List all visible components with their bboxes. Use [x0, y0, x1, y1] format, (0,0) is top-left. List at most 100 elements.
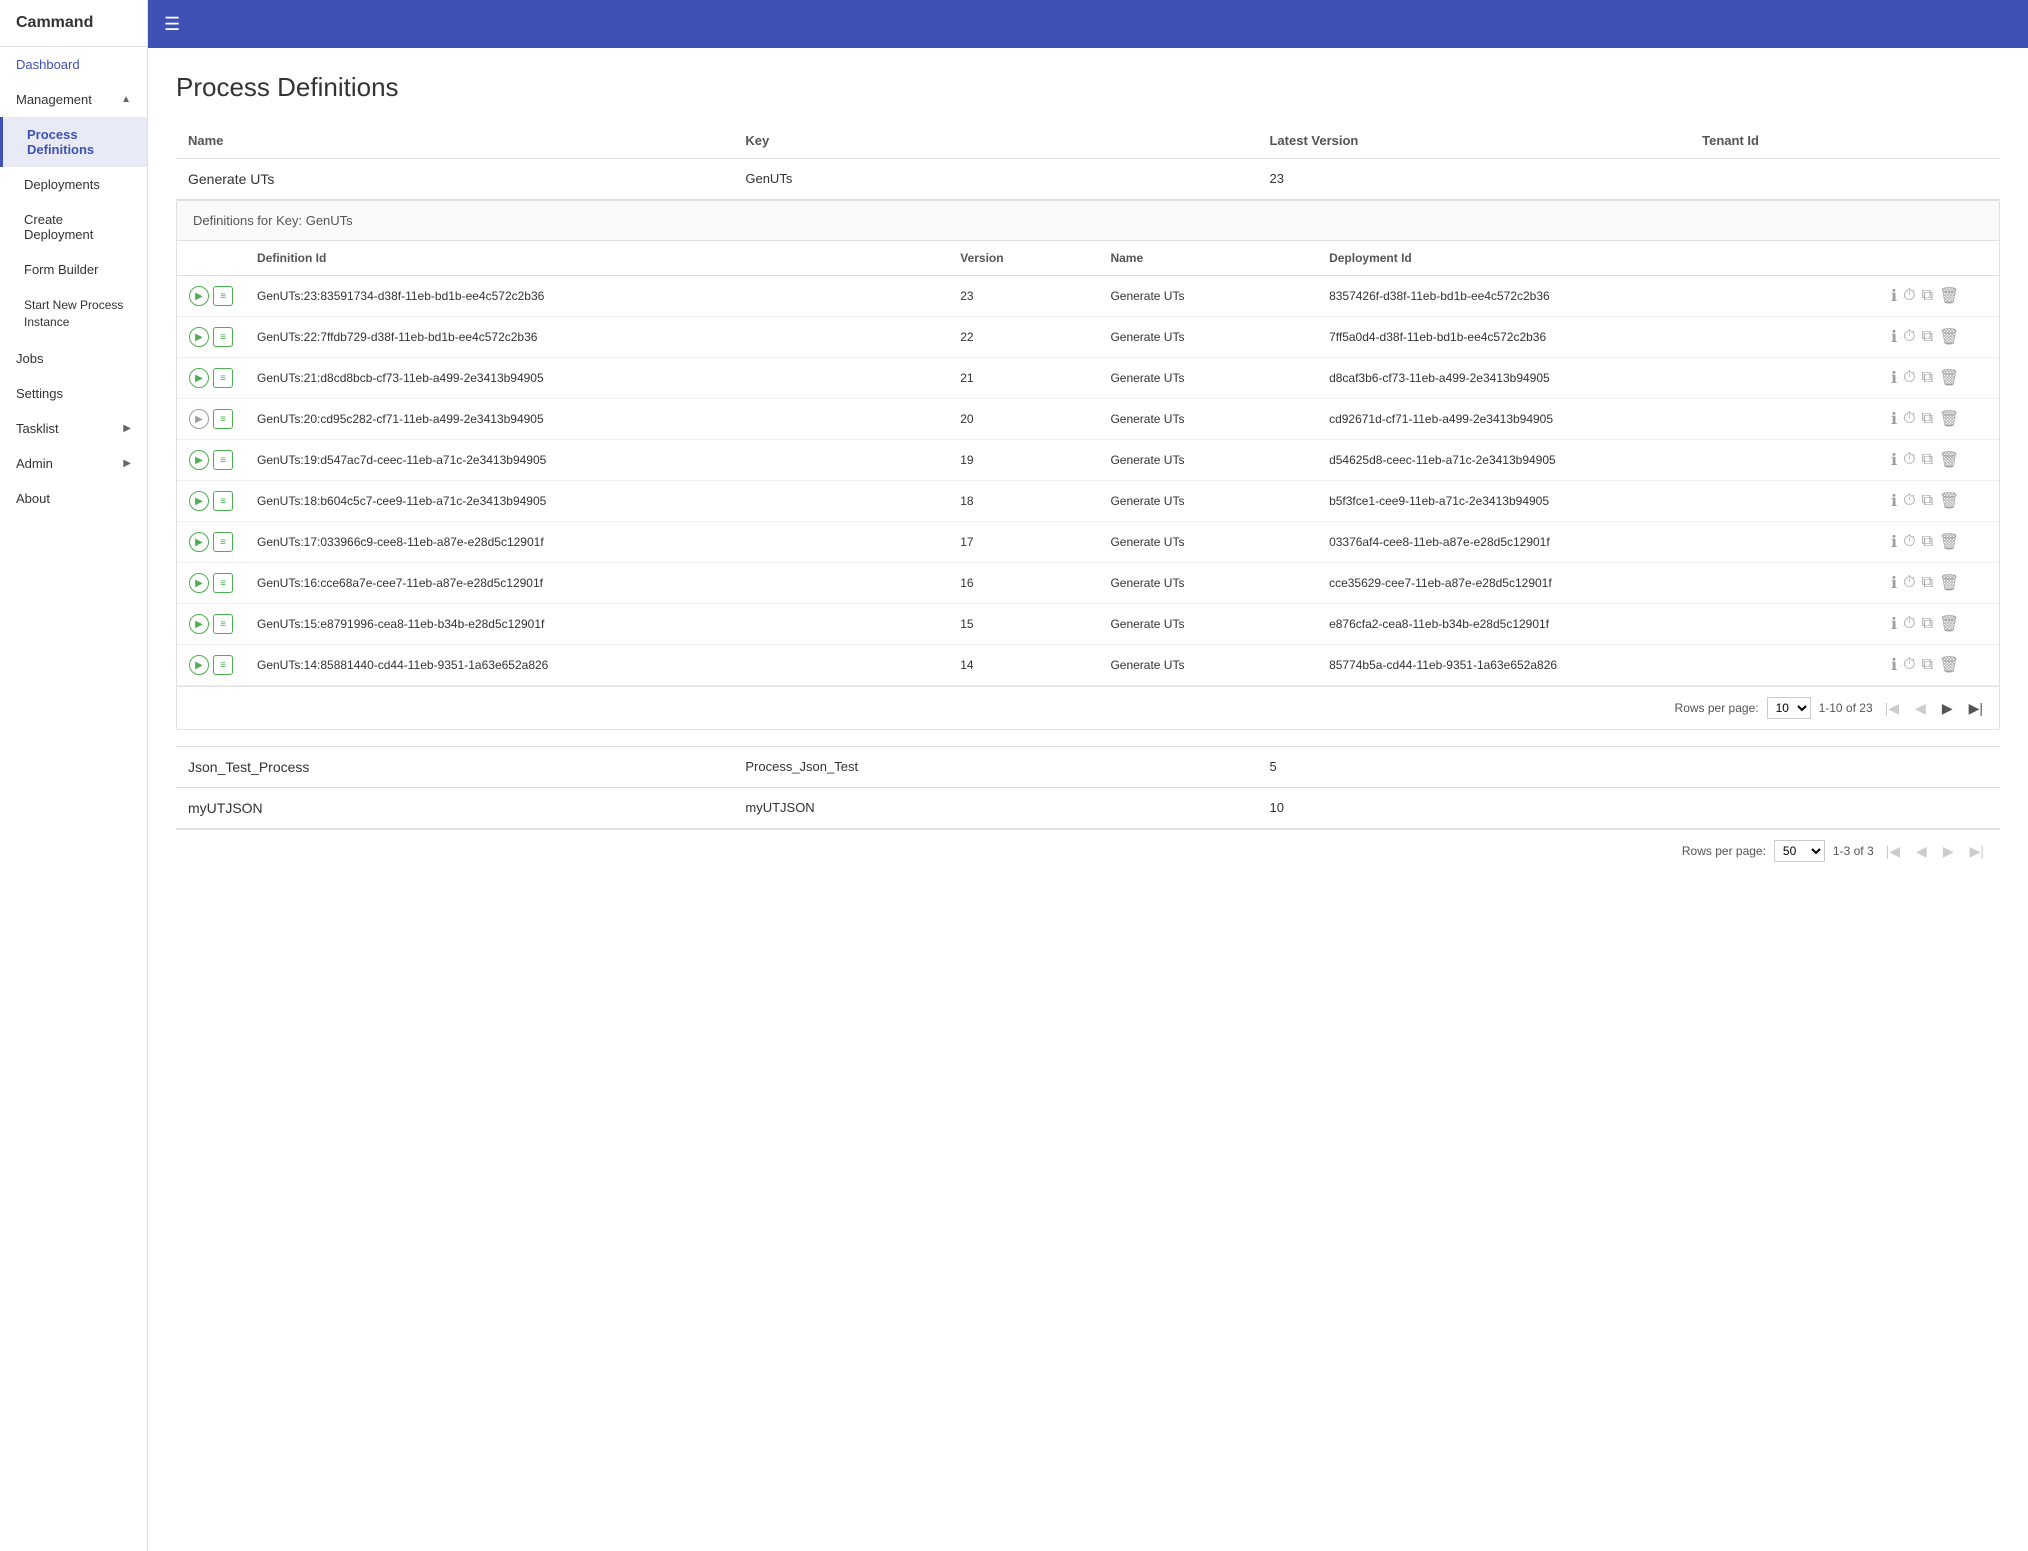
sidebar-section-tasklist[interactable]: Tasklist ▶: [0, 411, 147, 446]
clock-icon[interactable]: ⏱: [1903, 533, 1915, 551]
delete-icon[interactable]: 🗑: [1939, 286, 1959, 306]
list-icon[interactable]: ≡: [213, 573, 233, 593]
delete-icon[interactable]: 🗑: [1939, 655, 1959, 675]
copy-icon[interactable]: ⧉: [1922, 328, 1933, 346]
def-version: 23: [948, 276, 1098, 317]
sidebar-item-dashboard[interactable]: Dashboard: [0, 47, 147, 82]
play-icon[interactable]: ▶: [189, 491, 209, 511]
list-icon[interactable]: ≡: [213, 327, 233, 347]
list-icon[interactable]: ≡: [213, 286, 233, 306]
delete-icon[interactable]: 🗑: [1939, 532, 1959, 552]
copy-icon[interactable]: ⧉: [1922, 615, 1933, 633]
play-icon[interactable]: ▶: [189, 409, 209, 429]
clock-icon[interactable]: ⏱: [1903, 451, 1915, 469]
play-icon[interactable]: ▶: [189, 532, 209, 552]
inner-next-page-btn[interactable]: ▶: [1938, 698, 1957, 719]
table-row[interactable]: myUTJSON myUTJSON 10: [176, 788, 2000, 829]
sidebar-item-jobs[interactable]: Jobs: [0, 341, 147, 376]
play-icon[interactable]: ▶: [189, 327, 209, 347]
outer-last-page-btn[interactable]: ▶|: [1966, 841, 1988, 862]
sidebar-item-deployments[interactable]: Deployments: [0, 167, 147, 202]
sidebar-item-process-definitions[interactable]: Process Definitions: [0, 117, 147, 167]
table-row[interactable]: Generate UTs GenUTs 23: [176, 159, 2000, 200]
sidebar-item-start-new-process-instance[interactable]: Start New Process Instance: [0, 287, 147, 341]
outer-pagination: Rows per page: 50 10 25 100 1-3 of 3 |◀ …: [176, 829, 2000, 872]
sidebar-item-create-deployment[interactable]: Create Deployment: [0, 202, 147, 252]
outer-prev-page-btn[interactable]: ◀: [1912, 841, 1931, 862]
info-icon[interactable]: ℹ: [1891, 409, 1897, 429]
info-icon[interactable]: ℹ: [1891, 368, 1897, 388]
def-id: GenUTs:21:d8cd8bcb-cf73-11eb-a499-2e3413…: [245, 358, 948, 399]
info-icon[interactable]: ℹ: [1891, 614, 1897, 634]
play-icon[interactable]: ▶: [189, 450, 209, 470]
def-row-icons: ℹ ⏱ ⧉ 🗑: [1879, 522, 1999, 563]
clock-icon[interactable]: ⏱: [1903, 574, 1915, 592]
clock-icon[interactable]: ⏱: [1903, 656, 1915, 674]
delete-icon[interactable]: 🗑: [1939, 327, 1959, 347]
delete-icon[interactable]: 🗑: [1939, 491, 1959, 511]
def-row-icons: ℹ ⏱ ⧉ 🗑: [1879, 358, 1999, 399]
list-icon[interactable]: ≡: [213, 450, 233, 470]
delete-icon[interactable]: 🗑: [1939, 368, 1959, 388]
info-icon[interactable]: ℹ: [1891, 286, 1897, 306]
copy-icon[interactable]: ⧉: [1922, 451, 1933, 469]
play-icon[interactable]: ▶: [189, 655, 209, 675]
play-icon[interactable]: ▶: [189, 368, 209, 388]
def-row-icons: ℹ ⏱ ⧉ 🗑: [1879, 563, 1999, 604]
sidebar-section-management[interactable]: Management ▲: [0, 82, 147, 117]
copy-icon[interactable]: ⧉: [1922, 492, 1933, 510]
clock-icon[interactable]: ⏱: [1903, 369, 1915, 387]
def-version: 17: [948, 522, 1098, 563]
def-id: GenUTs:18:b604c5c7-cee9-11eb-a71c-2e3413…: [245, 481, 948, 522]
menu-icon[interactable]: ☰: [164, 14, 180, 35]
info-icon[interactable]: ℹ: [1891, 532, 1897, 552]
copy-icon[interactable]: ⧉: [1922, 369, 1933, 387]
outer-first-page-btn[interactable]: |◀: [1882, 841, 1904, 862]
play-icon[interactable]: ▶: [189, 614, 209, 634]
list-icon[interactable]: ≡: [213, 409, 233, 429]
info-icon[interactable]: ℹ: [1891, 450, 1897, 470]
copy-icon[interactable]: ⧉: [1922, 287, 1933, 305]
def-name: Generate UTs: [1098, 276, 1317, 317]
inner-prev-page-btn[interactable]: ◀: [1911, 698, 1930, 719]
sidebar-section-admin[interactable]: Admin ▶: [0, 446, 147, 481]
copy-icon[interactable]: ⧉: [1922, 533, 1933, 551]
clock-icon[interactable]: ⏱: [1903, 328, 1915, 346]
clock-icon[interactable]: ⏱: [1903, 410, 1915, 428]
clock-icon[interactable]: ⏱: [1903, 615, 1915, 633]
list-icon[interactable]: ≡: [213, 532, 233, 552]
def-row-icons: ℹ ⏱ ⧉ 🗑: [1879, 645, 1999, 686]
chevron-up-icon: ▲: [121, 94, 131, 105]
sidebar-item-about[interactable]: About: [0, 481, 147, 516]
delete-icon[interactable]: 🗑: [1939, 409, 1959, 429]
clock-icon[interactable]: ⏱: [1903, 287, 1915, 305]
outer-rows-per-page-select[interactable]: 50 10 25 100: [1774, 840, 1825, 862]
delete-icon[interactable]: 🗑: [1939, 573, 1959, 593]
delete-icon[interactable]: 🗑: [1939, 450, 1959, 470]
delete-icon[interactable]: 🗑: [1939, 614, 1959, 634]
info-icon[interactable]: ℹ: [1891, 491, 1897, 511]
inner-rows-per-page-select[interactable]: 10 25 50: [1767, 697, 1811, 719]
def-action-icons: ▶ ≡: [177, 563, 245, 604]
play-icon[interactable]: ▶: [189, 573, 209, 593]
info-icon[interactable]: ℹ: [1891, 655, 1897, 675]
list-icon[interactable]: ≡: [213, 614, 233, 634]
list-icon[interactable]: ≡: [213, 655, 233, 675]
sidebar-item-form-builder[interactable]: Form Builder: [0, 252, 147, 287]
process-name: Generate UTs: [176, 159, 733, 200]
copy-icon[interactable]: ⧉: [1922, 656, 1933, 674]
clock-icon[interactable]: ⏱: [1903, 492, 1915, 510]
outer-next-page-btn[interactable]: ▶: [1939, 841, 1958, 862]
inner-last-page-btn[interactable]: ▶|: [1965, 698, 1987, 719]
table-row[interactable]: Json_Test_Process Process_Json_Test 5: [176, 747, 2000, 788]
inner-first-page-btn[interactable]: |◀: [1881, 698, 1903, 719]
list-icon[interactable]: ≡: [213, 491, 233, 511]
info-icon[interactable]: ℹ: [1891, 573, 1897, 593]
play-icon[interactable]: ▶: [189, 286, 209, 306]
copy-icon[interactable]: ⧉: [1922, 410, 1933, 428]
sidebar-item-settings[interactable]: Settings: [0, 376, 147, 411]
info-icon[interactable]: ℹ: [1891, 327, 1897, 347]
copy-icon[interactable]: ⧉: [1922, 574, 1933, 592]
list-icon[interactable]: ≡: [213, 368, 233, 388]
def-action-icons: ▶ ≡: [177, 399, 245, 440]
